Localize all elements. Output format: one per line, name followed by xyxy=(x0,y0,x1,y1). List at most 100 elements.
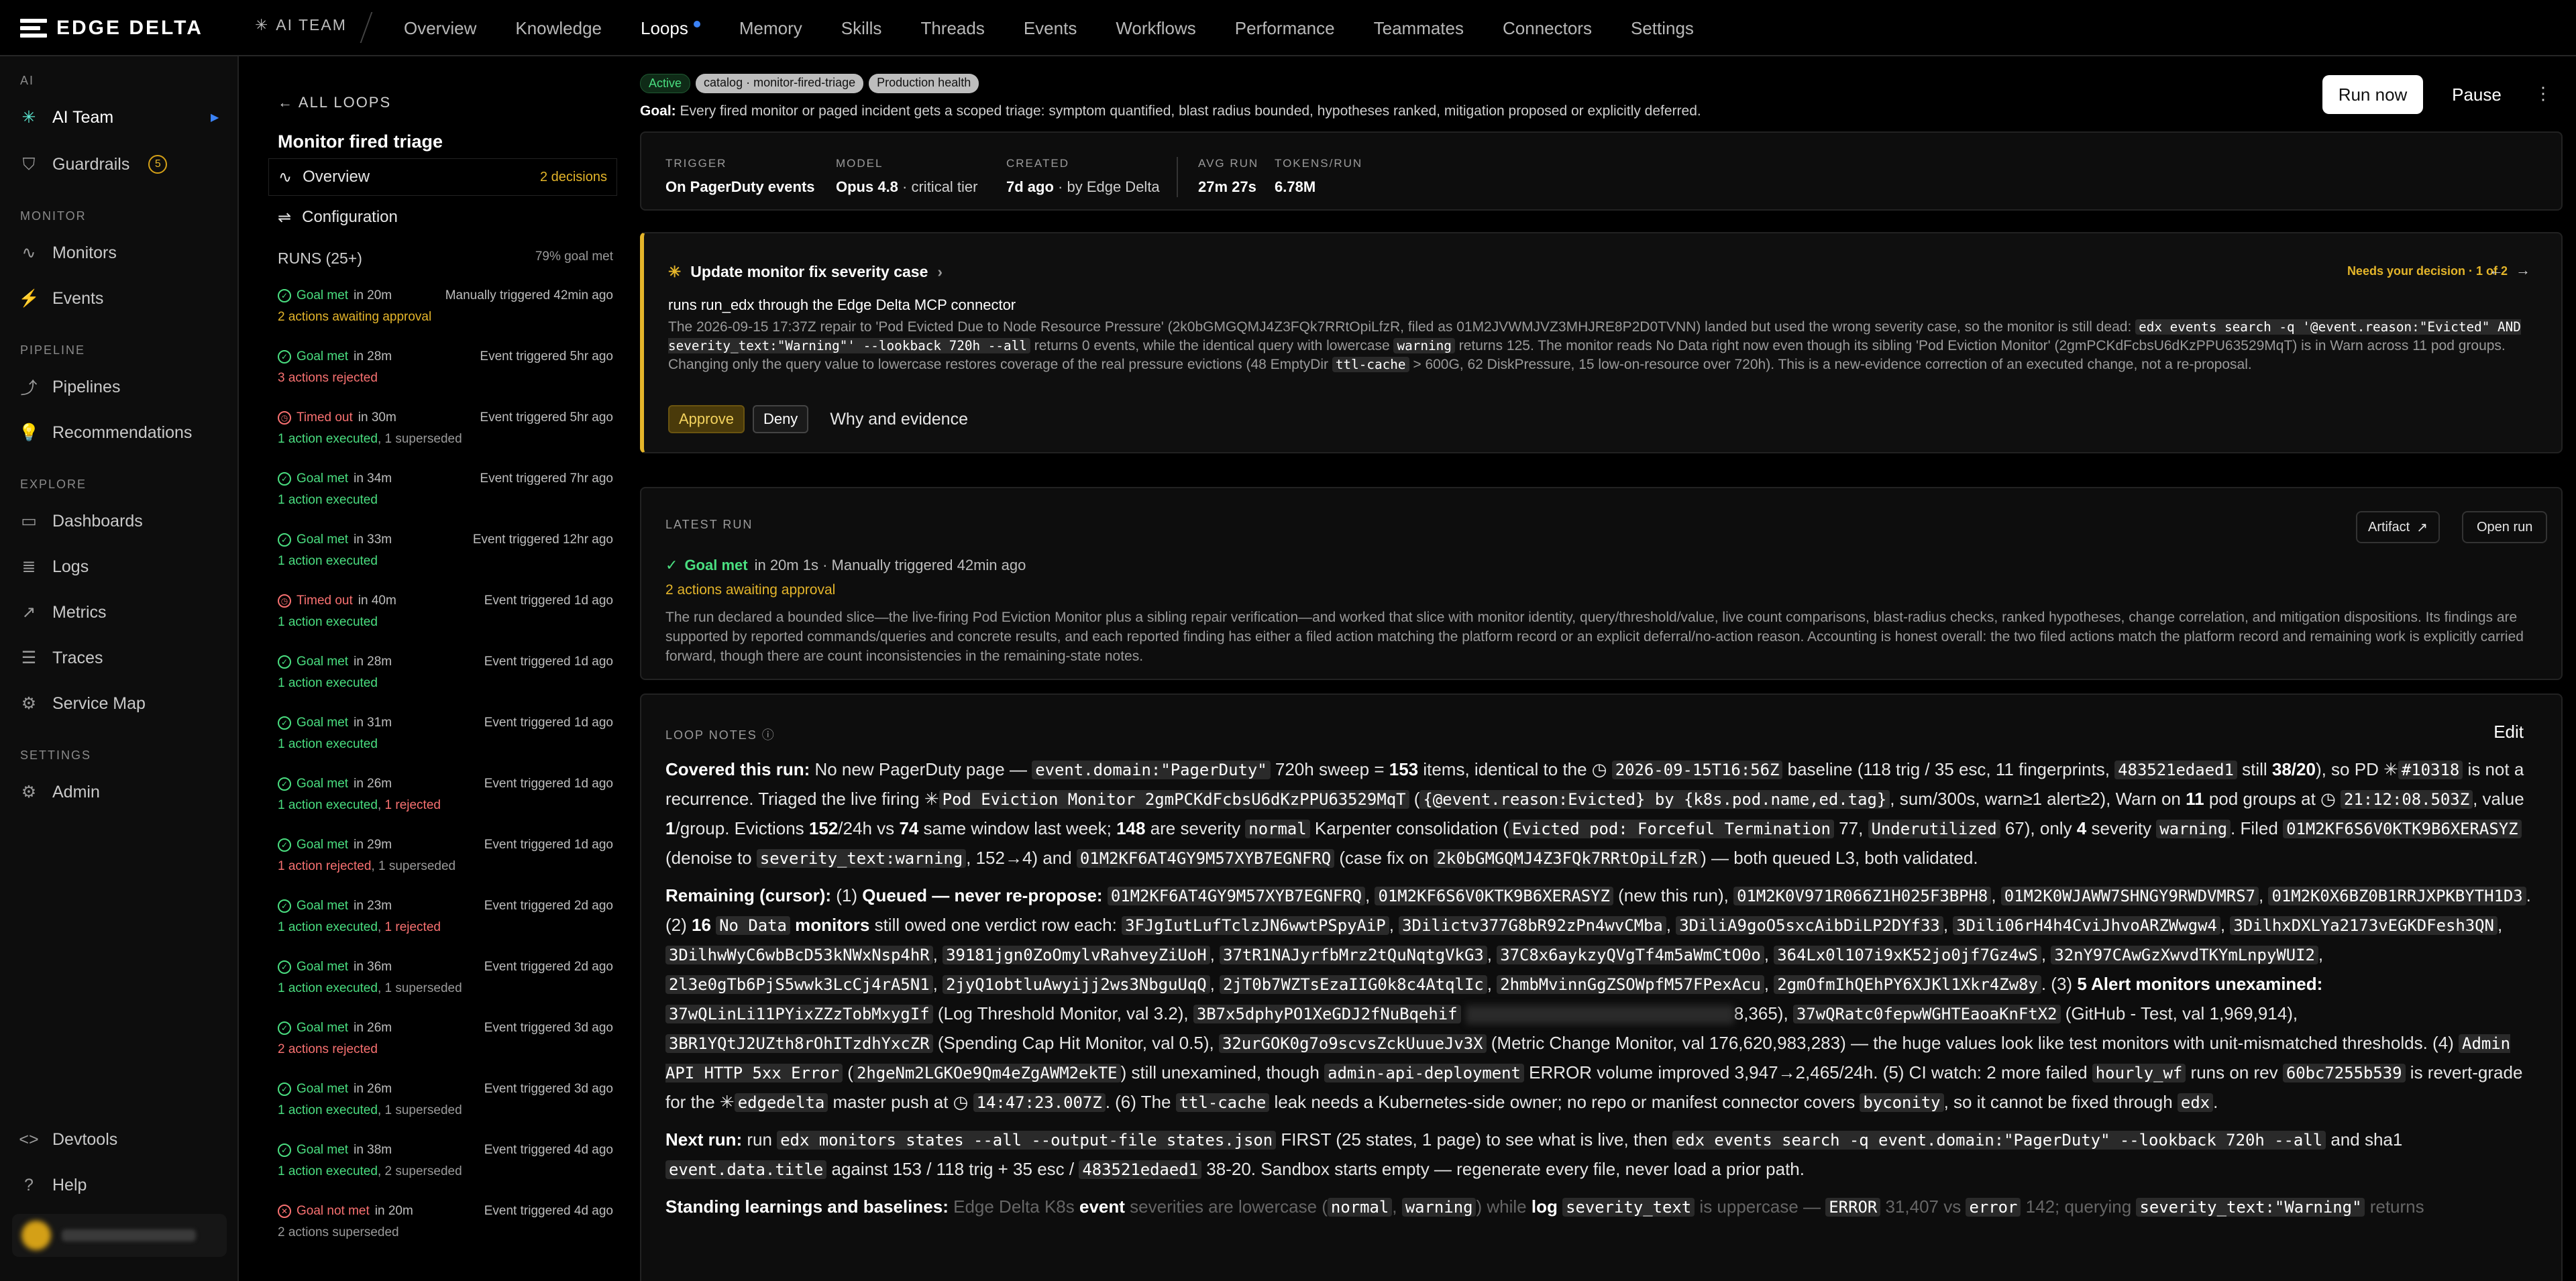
arrow-right-icon[interactable]: → xyxy=(2516,262,2542,278)
sidebar-item-admin[interactable]: ⚙ Admin xyxy=(20,777,100,807)
sidebar-item-label: Monitors xyxy=(52,243,117,262)
edge-delta-logo[interactable]: EDGE DELTA xyxy=(20,16,203,40)
loop-notes-card: LOOP NOTES ⓘ Edit Covered this run: No n… xyxy=(640,693,2563,1281)
tab-workflows[interactable]: Workflows xyxy=(1116,0,1195,56)
run-now-button[interactable]: Run now xyxy=(2322,75,2423,114)
tab-performance[interactable]: Performance xyxy=(1235,0,1335,56)
notes-code: 21:12:08.503Z xyxy=(2340,790,2473,809)
run-item[interactable]: ✓ Goal met in 38m Event triggered 4d ago 1 a… xyxy=(278,1143,613,1199)
run-item[interactable]: ✓ Goal met in 34m Event triggered 7hr ago 1 … xyxy=(278,471,613,528)
decision-body-text: > 600G, 62 DiskPressure, 15 low-on-resou… xyxy=(1413,357,2252,372)
notes-code: edgedelta xyxy=(734,1093,828,1112)
sidebar-item-traces[interactable]: ☰ Traces xyxy=(20,643,103,673)
run-item[interactable]: ✓ Goal met in 29m Event triggered 1d ago 1 a… xyxy=(278,838,613,894)
run-item[interactable]: ✓ Goal met in 23m Event triggered 2d ago 1 a… xyxy=(278,899,613,955)
tab-loops[interactable]: Loops xyxy=(641,0,700,56)
deny-button[interactable]: Deny xyxy=(752,405,809,433)
run-item[interactable]: ✓ Goal met in 36m Event triggered 2d ago 1 a… xyxy=(278,960,613,1016)
tab-overview[interactable]: Overview xyxy=(404,0,476,56)
sidebar-item-recommendations[interactable]: 💡 Recommendations xyxy=(18,417,192,448)
decision-title[interactable]: ✳ Update monitor fix severity case › xyxy=(668,263,943,281)
run-item[interactable]: ✓ Goal met in 28m Event triggered 1d ago 1 a… xyxy=(278,655,613,711)
notes-text: returns xyxy=(2365,1196,2424,1217)
tab-threads[interactable]: Threads xyxy=(920,0,984,56)
run-item[interactable]: ✓ Goal met in 28m Event triggered 5hr ago 3 … xyxy=(278,349,613,406)
tab-connectors[interactable]: Connectors xyxy=(1503,0,1592,56)
run-trigger: Event triggered 1d ago xyxy=(484,838,613,852)
ai-team-crumb[interactable]: ✳ AI TEAM xyxy=(255,16,347,34)
notes-code: 2jyQ1obtluAwyijj2ws3NbguUqQ xyxy=(943,975,1210,994)
run-item[interactable]: ◷ Timed out in 30m Event triggered 5hr ago 1… xyxy=(278,410,613,467)
sidebar-item-events[interactable]: ⚡ Events xyxy=(18,283,103,314)
service-map-icon: ⚙ xyxy=(21,694,37,713)
sidebar-item-logs[interactable]: ≣ Logs xyxy=(20,551,89,582)
run-detail: 2 actions awaiting approval xyxy=(278,310,432,324)
run-item[interactable]: ◷ Timed out in 40m Event triggered 1d ago 1 … xyxy=(278,594,613,650)
tab-settings[interactable]: Settings xyxy=(1631,0,1694,56)
notes-text: . (6) The xyxy=(1105,1092,1176,1112)
more-menu-icon[interactable]: ⋮ xyxy=(2534,83,2552,104)
run-item[interactable]: ✓ Goal met in 26m Event triggered 1d ago 1 a… xyxy=(278,777,613,833)
notes-text: is uppercase — xyxy=(1695,1196,1826,1217)
sidebar-item-ai-team[interactable]: ✳ AI Team ▶ xyxy=(20,102,219,133)
why-and-evidence-link[interactable]: Why and evidence xyxy=(830,410,968,429)
created-sub: · by Edge Delta xyxy=(1058,178,1160,195)
decision-pager[interactable]: ←→ xyxy=(2489,262,2542,279)
run-item[interactable]: ✓ Goal met in 26m Event triggered 3d ago 1 a… xyxy=(278,1082,613,1138)
meta-created: CREATED 7d ago · by Edge Delta xyxy=(1006,157,1160,196)
sidebar-item-service-map[interactable]: ⚙ Service Map xyxy=(20,688,146,719)
run-duration: in 34m xyxy=(354,471,392,486)
notes-code: 2l3e0gTb6PjS5wwk3LcCj4rA5N1 xyxy=(665,975,933,994)
main-content: Active catalog · monitor-fired-triage Pr… xyxy=(639,56,2576,1281)
notes-text: , xyxy=(932,974,943,994)
approve-button[interactable]: Approve xyxy=(668,405,745,433)
loop-nav-overview[interactable]: ∿ Overview 2 decisions xyxy=(268,158,617,196)
pulse-icon: ∿ xyxy=(21,243,36,262)
help-icon: ⓘ xyxy=(761,728,775,742)
open-run-button[interactable]: Open run xyxy=(2462,511,2548,543)
run-detail: 1 action executed, 1 superseded xyxy=(278,1103,462,1117)
sidebar-item-dashboards[interactable]: ▭ Dashboards xyxy=(20,506,143,537)
tab-knowledge[interactable]: Knowledge xyxy=(515,0,602,56)
tab-label: Teammates xyxy=(1373,17,1464,38)
all-loops-link[interactable]: ← ALL LOOPS xyxy=(278,94,391,111)
tab-skills[interactable]: Skills xyxy=(841,0,882,56)
sidebar-item-help[interactable]: ? Help xyxy=(20,1170,87,1201)
run-detail: 1 action executed, 1 rejected xyxy=(278,920,441,934)
sidebar-item-monitors[interactable]: ∿ Monitors xyxy=(20,237,117,268)
check-circle-icon: ✓ xyxy=(278,1144,291,1157)
decision-body-text: returns 0 events, while the identical qu… xyxy=(1034,338,1390,353)
sidebar-item-label: Traces xyxy=(52,648,103,667)
tab-events[interactable]: Events xyxy=(1024,0,1077,56)
notes-code: 01M2KF6AT4GY9M57XYB7EGNFRQ xyxy=(1076,849,1335,868)
sidebar-item-guardrails[interactable]: ⛉ Guardrails 5 xyxy=(20,149,168,180)
user-menu[interactable] xyxy=(12,1214,227,1257)
check-circle-icon: ✓ xyxy=(278,350,291,364)
run-status: Goal not met xyxy=(297,1204,370,1218)
sidebar-item-metrics[interactable]: ↗ Metrics xyxy=(20,597,107,628)
tab-teammates[interactable]: Teammates xyxy=(1374,0,1464,56)
arrow-left-icon[interactable]: ← xyxy=(2489,262,2516,278)
notes-code: {@event.reason:Evicted} by {k8s.pod.name… xyxy=(1419,790,1890,809)
run-item[interactable]: ✕ Goal not met in 20m Event triggered 4d ag… xyxy=(278,1204,613,1260)
run-duration: in 20m xyxy=(374,1204,413,1218)
edit-notes-button[interactable]: Edit xyxy=(2493,722,2524,742)
loop-nav-configuration[interactable]: ⇌ Configuration xyxy=(268,199,617,236)
run-item[interactable]: ✓ Goal met in 31m Event triggered 1d ago 1 a… xyxy=(278,716,613,772)
notes-code: edx xyxy=(2177,1093,2214,1112)
tab-memory[interactable]: Memory xyxy=(739,0,802,56)
run-item[interactable]: ✓ Goal met in 20m Manually triggered 42min … xyxy=(278,288,613,345)
run-item[interactable]: ✓ Goal met in 33m Event triggered 12hr ago 1… xyxy=(278,533,613,589)
sidebar-item-devtools[interactable]: <> Devtools xyxy=(19,1124,117,1155)
run-item[interactable]: ✓ Goal met in 26m Event triggered 3d ago 2 a… xyxy=(278,1021,613,1077)
notes-text: /group. Evictions xyxy=(675,818,809,838)
help-icon: ? xyxy=(24,1175,34,1194)
run-duration: in 28m xyxy=(354,349,392,364)
run-status: Goal met xyxy=(297,471,349,486)
sidebar-item-pipelines[interactable]: ⤴ Pipelines xyxy=(20,372,120,402)
notes-text: FIRST (25 states, 1 page) to see what is… xyxy=(1276,1129,1672,1150)
notes-text: (GitHub - Test, val 1,969,914), xyxy=(2060,1003,2298,1023)
artifact-button[interactable]: Artifact ↗ xyxy=(2356,511,2440,543)
notes-emphasis: 38/20 xyxy=(2271,759,2316,779)
pause-button[interactable]: Pause xyxy=(2436,75,2517,114)
